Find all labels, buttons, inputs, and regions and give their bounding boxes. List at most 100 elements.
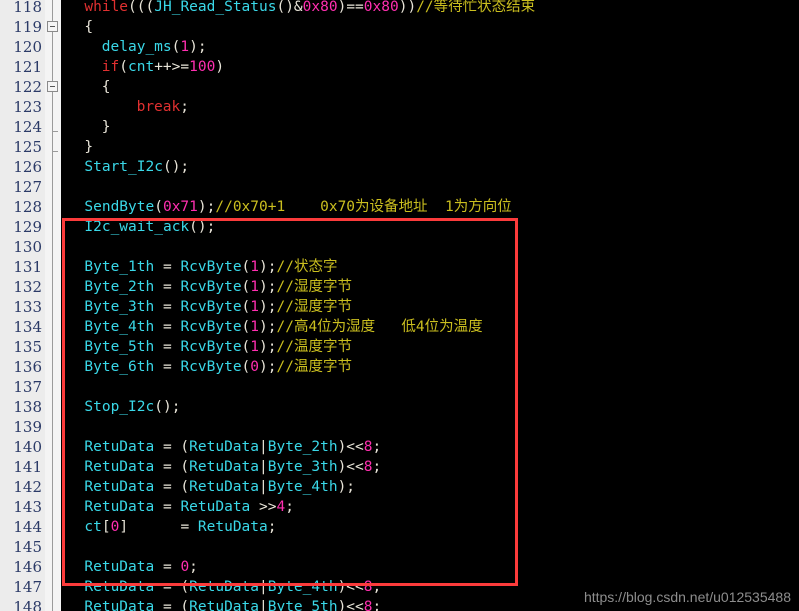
code-token-punc: )<<: [337, 439, 364, 455]
fold-collapse-icon[interactable]: [47, 21, 58, 32]
code-token-id: delay_ms: [101, 39, 172, 55]
code-token-punc: =: [154, 559, 181, 575]
code-token-id: Byte_1th: [84, 259, 155, 275]
code-token-punc: =: [154, 339, 181, 355]
code-line[interactable]: }: [102, 117, 111, 137]
code-line[interactable]: SendByte(0x71);//0x70+1 0x70为设备地址 1为方向位: [84, 197, 511, 217]
line-number: 145: [13, 538, 42, 556]
code-token-punc: |: [259, 599, 268, 611]
code-token-id: Byte_3th: [84, 299, 155, 315]
line-number: 135: [13, 338, 42, 356]
code-token-id: Byte_5th: [84, 339, 155, 355]
code-token-cmt: //温度字节: [276, 359, 352, 375]
code-line[interactable]: while(((JH_Read_Status()&0x80)==0x80))//…: [84, 0, 535, 17]
code-line[interactable]: RetuData = (RetuData|Byte_3th)<<8;: [84, 457, 381, 477]
code-line[interactable]: RetuData = (RetuData|Byte_5th)<<8;: [84, 597, 381, 611]
code-token-punc: ;: [180, 99, 189, 115]
code-token-punc: |: [259, 579, 268, 595]
code-token-punc: );: [259, 319, 277, 335]
code-line[interactable]: RetuData = (RetuData|Byte_4th)<<8;: [84, 577, 381, 597]
code-line[interactable]: I2c_wait_ack();: [84, 217, 215, 237]
code-token-num: 1: [250, 319, 260, 335]
code-token-num: 1: [250, 299, 260, 315]
code-line[interactable]: break;: [137, 97, 189, 117]
code-line[interactable]: RetuData = (RetuData|Byte_4th);: [84, 477, 355, 497]
code-token-num: 1: [250, 279, 260, 295]
code-line[interactable]: RetuData = RetuData >>4;: [84, 497, 294, 517]
fold-collapse-icon[interactable]: [47, 81, 58, 92]
code-token-id: Byte_4th: [84, 319, 155, 335]
code-token-id: RcvByte: [180, 319, 242, 335]
line-number: 119: [13, 18, 42, 36]
code-token-punc: =: [154, 279, 181, 295]
code-line[interactable]: delay_ms(1);: [102, 37, 207, 57]
code-token-punc: |: [259, 439, 268, 455]
code-line[interactable]: Start_I2c();: [84, 157, 189, 177]
code-line[interactable]: Stop_I2c();: [84, 397, 180, 417]
code-token-punc: ()&: [276, 0, 303, 15]
code-text-area[interactable]: while(((JH_Read_Status()&0x80)==0x80))//…: [61, 0, 799, 611]
code-token-num: 0x80: [363, 0, 399, 15]
code-line[interactable]: Byte_2th = RcvByte(1);//湿度字节: [84, 277, 352, 297]
line-number: 122: [13, 78, 42, 96]
code-token-punc: (((: [128, 0, 155, 15]
code-token-punc: );: [259, 279, 277, 295]
code-token-punc: ();: [162, 159, 190, 175]
code-token-id: Byte_4th: [267, 479, 338, 495]
watermark-url: https://blog.csdn.net/u012535488: [583, 589, 791, 605]
code-token-id: RetuData: [180, 499, 251, 515]
code-token-kw: break: [136, 99, 181, 115]
code-token-id: Byte_6th: [84, 359, 155, 375]
line-number: 121: [13, 58, 42, 76]
code-token-punc: );: [259, 299, 277, 315]
code-token-punc: }: [84, 139, 94, 155]
code-token-punc: ;: [372, 579, 382, 595]
code-token-id: JH_Read_Status: [154, 0, 277, 15]
code-token-id: RetuData: [84, 439, 155, 455]
line-number: 140: [13, 438, 42, 456]
code-token-id: RcvByte: [180, 259, 242, 275]
code-line[interactable]: RetuData = 0;: [84, 557, 198, 577]
code-line[interactable]: ct[0] = RetuData;: [84, 517, 276, 537]
code-folding-margin[interactable]: [45, 0, 61, 611]
code-token-punc: {: [101, 79, 111, 95]
code-token-punc: |: [259, 459, 268, 475]
code-line[interactable]: {: [102, 77, 111, 97]
code-token-id: RetuData: [84, 479, 155, 495]
code-token-id: Start_I2c: [84, 159, 163, 175]
code-token-num: 0: [250, 359, 260, 375]
code-line[interactable]: if(cnt++>=100): [102, 57, 224, 77]
code-token-id: SendByte: [84, 199, 155, 215]
code-token-punc: (: [241, 259, 251, 275]
line-number: 127: [13, 178, 42, 196]
code-token-punc: );: [259, 339, 277, 355]
code-token-punc: ;: [372, 459, 382, 475]
code-token-id: Byte_3th: [267, 459, 338, 475]
code-token-punc: )==: [337, 0, 364, 15]
code-line[interactable]: }: [84, 137, 93, 157]
code-token-kw: while: [84, 0, 129, 15]
line-number: 138: [13, 398, 42, 416]
code-token-punc: |: [259, 479, 268, 495]
fold-end-tick: [52, 131, 58, 132]
code-token-punc: = (: [154, 459, 190, 475]
code-token-id: RetuData: [189, 459, 259, 475]
code-token-id: RetuData: [189, 579, 259, 595]
code-line[interactable]: Byte_3th = RcvByte(1);//湿度字节: [84, 297, 352, 317]
code-token-num: 8: [363, 579, 373, 595]
code-token-num: 8: [363, 439, 373, 455]
code-line[interactable]: Byte_1th = RcvByte(1);//状态字: [84, 257, 337, 277]
code-token-punc: (: [119, 59, 128, 75]
code-line[interactable]: Byte_4th = RcvByte(1);//高4位为湿度 低4位为温度: [84, 317, 482, 337]
code-line[interactable]: Byte_5th = RcvByte(1);//温度字节: [84, 337, 352, 357]
line-number: 124: [13, 118, 42, 136]
line-number: 120: [13, 38, 42, 56]
code-token-punc: );: [259, 259, 277, 275]
code-token-punc: [: [101, 519, 111, 535]
code-token-num: 1: [180, 39, 190, 55]
code-line[interactable]: Byte_6th = RcvByte(0);//温度字节: [84, 357, 352, 377]
code-line[interactable]: RetuData = (RetuData|Byte_2th)<<8;: [84, 437, 381, 457]
code-token-cmt: //0x70+1 0x70为设备地址 1为方向位: [215, 199, 512, 215]
code-line[interactable]: {: [84, 17, 93, 37]
code-editor-window[interactable]: 118 119 120 121 122 123 124 125 126 127 128 129 130 1…: [0, 0, 799, 611]
